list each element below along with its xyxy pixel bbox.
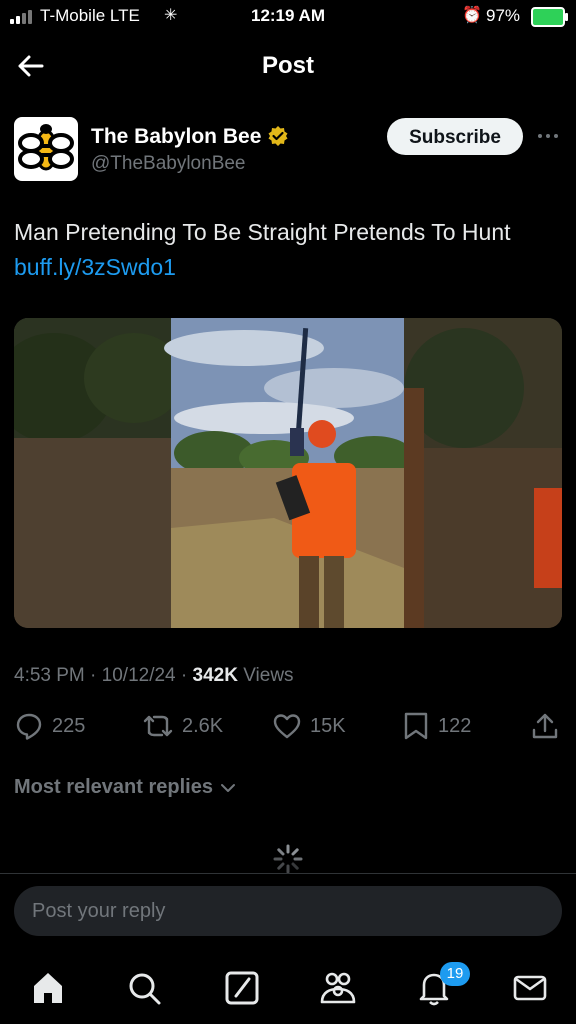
reply-button[interactable]: 225: [14, 710, 85, 742]
repost-count: 2.6K: [182, 714, 224, 737]
author-handle[interactable]: @TheBabylonBee: [91, 153, 246, 175]
notifications-badge: 19: [440, 962, 470, 986]
views-count[interactable]: 342K: [193, 665, 238, 686]
bee-logo: [18, 124, 74, 171]
loading-spinner-icon: [272, 843, 304, 875]
top-bar: Post: [0, 36, 576, 96]
meta-separator: ·: [90, 665, 102, 686]
reply-icon: [16, 713, 42, 740]
verified-badge-icon[interactable]: [267, 125, 289, 147]
replies-sort-dropdown[interactable]: Most relevant replies: [14, 776, 237, 799]
post-meta: 4:53 PM · 10/12/24 · 342K Views: [14, 665, 294, 687]
post-date: 10/12/24: [101, 665, 176, 686]
reply-count: 225: [52, 714, 86, 737]
replies-sort-label: Most relevant replies: [14, 776, 213, 798]
bookmark-icon: [404, 712, 428, 740]
alarm-icon: ⏰: [462, 7, 482, 24]
meta-separator: ·: [180, 665, 193, 686]
communities-icon[interactable]: [318, 968, 358, 1008]
like-button[interactable]: 15K: [272, 710, 346, 742]
search-icon[interactable]: [124, 968, 164, 1008]
bottom-tab-bar: [0, 950, 576, 1024]
page-title: Post: [261, 52, 314, 79]
status-bar: T-Mobile LTE ✳ 12:19 AM ⏰ 97%: [0, 0, 576, 34]
post-link[interactable]: buff.ly/3zSwdo1: [14, 254, 176, 281]
repost-button[interactable]: 2.6K: [142, 710, 223, 742]
share-button[interactable]: [530, 710, 560, 742]
bookmark-count: 122: [438, 714, 472, 737]
battery-percent: 97%: [486, 6, 521, 25]
avatar[interactable]: [14, 117, 78, 181]
video-frame: [14, 318, 562, 628]
grok-icon[interactable]: [222, 968, 262, 1008]
views-label[interactable]: Views: [243, 665, 293, 686]
battery-icon: [531, 7, 568, 27]
bookmark-button[interactable]: 122: [402, 710, 471, 742]
reply-input[interactable]: Post your reply: [14, 886, 562, 936]
home-icon[interactable]: [28, 968, 68, 1008]
more-options-icon[interactable]: [536, 124, 560, 148]
repost-icon: [143, 715, 173, 737]
messages-mail-icon[interactable]: [510, 968, 550, 1008]
heart-icon: [273, 714, 301, 739]
like-count: 15K: [310, 714, 346, 737]
post-text: Man Pretending To Be Straight Pretends T…: [14, 219, 511, 245]
author-name[interactable]: The Babylon Bee: [91, 125, 261, 149]
post-video[interactable]: [14, 318, 562, 628]
share-icon: [532, 713, 558, 739]
chevron-down-icon: [220, 783, 235, 792]
divider: [0, 873, 576, 874]
post-time: 4:53 PM: [14, 665, 85, 686]
subscribe-button[interactable]: Subscribe: [387, 118, 523, 155]
